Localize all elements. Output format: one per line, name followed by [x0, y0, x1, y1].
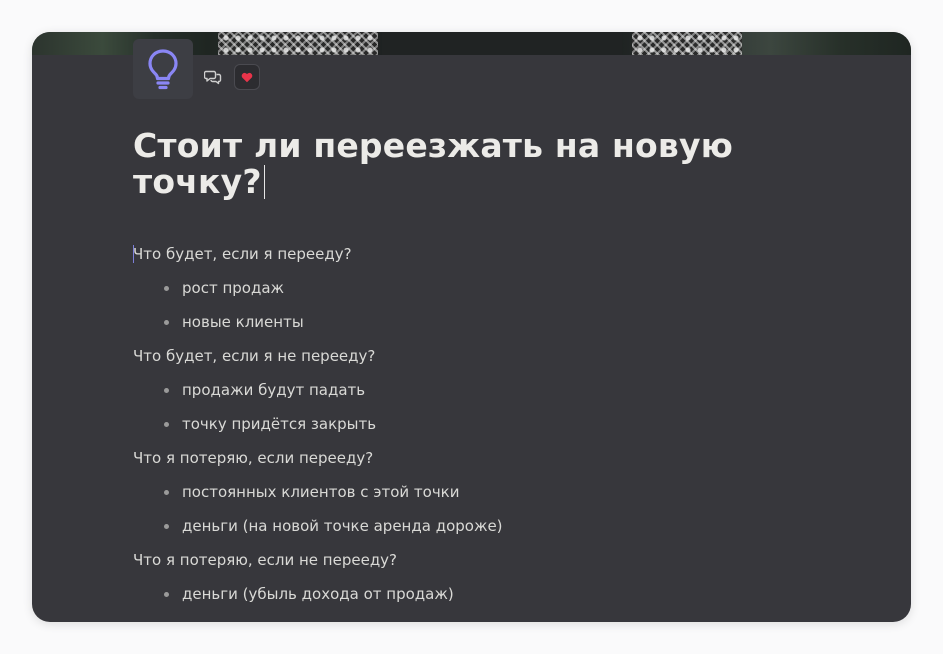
comments-button[interactable]	[202, 66, 224, 88]
line-text: деньги (на новой точке аренда дороже)	[182, 517, 503, 535]
bullet-dot-icon	[164, 490, 169, 495]
bullet-list-item[interactable]: постоянных клиентов с этой точки	[133, 475, 833, 509]
bullet-list-item[interactable]: новые клиенты	[133, 305, 833, 339]
note-body[interactable]: Что будет, если я перееду? рост продаж нов…	[133, 237, 833, 611]
text-cursor	[263, 165, 265, 199]
line-text: деньги (убыль дохода от продаж)	[182, 585, 454, 603]
line-text: Что я потеряю, если перееду?	[133, 449, 374, 467]
page-title[interactable]: Стоит ли переезжать на новую точку?	[133, 128, 773, 200]
cover-lace-pattern	[218, 32, 378, 55]
text-block[interactable]: Что будет, если я не перееду?	[133, 339, 833, 373]
bullet-dot-icon	[164, 286, 169, 291]
heart-icon	[241, 72, 253, 82]
lightbulb-icon	[148, 49, 178, 90]
page-lightbulb-icon[interactable]	[133, 39, 193, 99]
line-text: продажи будут падать	[182, 381, 366, 399]
bullet-dot-icon	[164, 320, 169, 325]
bullet-dot-icon	[164, 388, 169, 393]
comments-icon	[204, 70, 222, 85]
bullet-dot-icon	[164, 422, 169, 427]
cover-lace-pattern	[632, 32, 742, 55]
line-text: Что я потеряю, если не перееду?	[133, 551, 398, 569]
bullet-list-item[interactable]: точку придётся закрыть	[133, 407, 833, 441]
bullet-list-item[interactable]: продажи будут падать	[133, 373, 833, 407]
page-meta-row	[202, 64, 260, 90]
line-text: рост продаж	[182, 279, 285, 297]
bullet-list-item[interactable]: деньги (на новой точке аренда дороже)	[133, 509, 833, 543]
line-text: постоянных клиентов с этой точки	[182, 483, 460, 501]
line-text: Что будет, если я не перееду?	[133, 347, 376, 365]
bullet-dot-icon	[164, 524, 169, 529]
bullet-list-item[interactable]: рост продаж	[133, 271, 833, 305]
text-block[interactable]: Что я потеряю, если перееду?	[133, 441, 833, 475]
line-text: новые клиенты	[182, 313, 304, 331]
text-block[interactable]: Что я потеряю, если не перееду?	[133, 543, 833, 577]
bullet-dot-icon	[164, 592, 169, 597]
text-block[interactable]: Что будет, если я перееду?	[133, 237, 833, 271]
cover-dark-block	[382, 32, 622, 55]
line-text: точку придётся закрыть	[182, 415, 377, 433]
line-text: Что будет, если я перееду?	[133, 245, 352, 263]
note-window: Стоит ли переезжать на новую точку? Что …	[32, 32, 911, 622]
bullet-list-item[interactable]: деньги (убыль дохода от продаж)	[133, 577, 833, 611]
page-title-text: Стоит ли переезжать на новую точку?	[133, 126, 733, 201]
heart-reaction-button[interactable]	[234, 64, 260, 90]
